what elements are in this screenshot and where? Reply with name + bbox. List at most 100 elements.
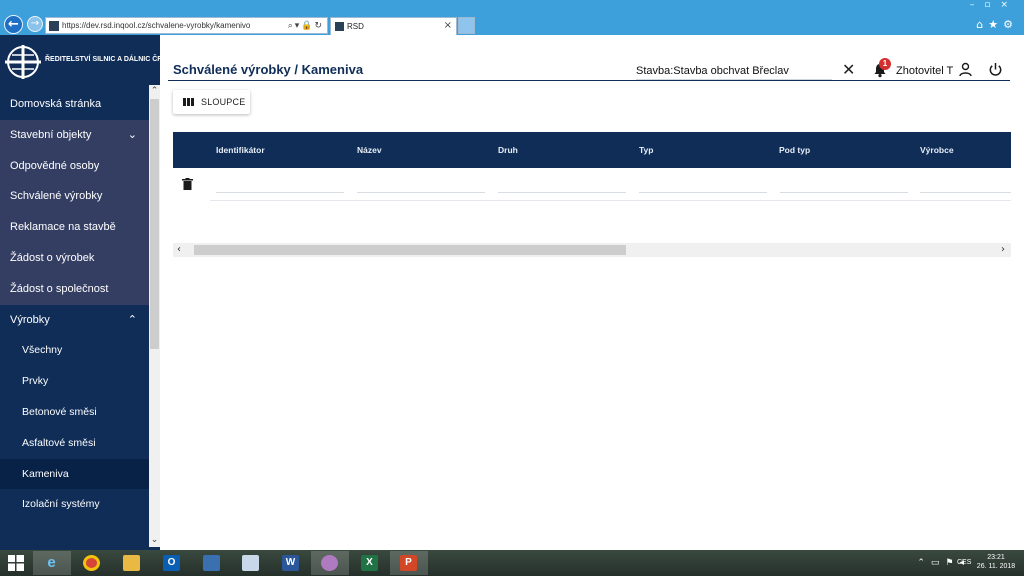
taskbar-app-notepad[interactable]	[232, 551, 270, 575]
address-bar[interactable]: https://dev.rsd.inqool.cz/schvalene-vyro…	[45, 17, 328, 34]
sidebar-item-kameniva[interactable]: Kameniva	[0, 458, 149, 490]
browser-tab[interactable]: RSD ×	[330, 17, 457, 35]
scroll-left-icon[interactable]: ‹	[177, 243, 181, 257]
taskbar-app-paint[interactable]	[311, 551, 349, 575]
outlook-icon: O	[163, 555, 180, 571]
sidebar-item-label: Všechny	[22, 344, 63, 357]
sidebar-item-label: Izolační systémy	[22, 498, 100, 511]
sidebar-item-asfaltove-smesi[interactable]: Asfaltové směsi	[0, 428, 149, 459]
logo[interactable]: ŘEDITELSTVÍ SILNIC A DÁLNIC ČR	[0, 35, 160, 85]
taskbar: e O W X P ⌃▭⚑◂ CES 23:21 26. 11. 2018	[0, 550, 1024, 576]
stavba-selector[interactable]: Stavba:Stavba obchvat Břeclav	[636, 64, 832, 80]
sidebar-item-label: Domovská stránka	[10, 98, 102, 110]
close-icon[interactable]: ✕	[842, 61, 855, 79]
browser-toolbar-icons[interactable]: ⌂★⚙	[976, 18, 1018, 32]
window-controls-icon[interactable]: –▫×	[970, 0, 1018, 11]
chevron-down-icon[interactable]: ⌄	[128, 120, 137, 151]
sidebar-item-domovska-stranka[interactable]: Domovská stránka	[0, 89, 149, 120]
notification-badge: 1	[879, 58, 891, 70]
column-header-nazev[interactable]: Název	[357, 132, 382, 168]
page-title: Schválené výrobky / Kameniva	[173, 62, 364, 77]
column-header-identifikator[interactable]: Identifikátor	[216, 132, 265, 168]
row-divider	[210, 200, 1011, 201]
clock-date: 26. 11. 2018	[976, 563, 1016, 570]
new-tab-button[interactable]	[458, 17, 475, 34]
taskbar-app-powerpoint[interactable]: P	[390, 551, 428, 575]
power-icon[interactable]	[988, 62, 1003, 77]
taskbar-app-word[interactable]: W	[272, 551, 310, 575]
sidebar-item-prvky[interactable]: Prvky	[0, 366, 149, 397]
chrome-icon	[83, 555, 100, 571]
filter-input-vyrobce[interactable]	[920, 192, 1011, 193]
sidebar-nav: Domovská stránka Stavební objekty ⌄ Odpo…	[0, 89, 149, 520]
sidebar-item-label: Odpovědné osoby	[10, 159, 100, 172]
sidebar-item-reklamace[interactable]: Reklamace na stavbě	[0, 212, 149, 243]
sidebar: ŘEDITELSTVÍ SILNIC A DÁLNIC ČR Domovská …	[0, 35, 160, 550]
trash-icon[interactable]	[182, 178, 193, 190]
scrollbar-thumb[interactable]	[194, 245, 626, 255]
columns-button[interactable]: SLOUPCE	[173, 90, 250, 114]
back-arrow-icon[interactable]: ←	[4, 15, 23, 34]
scroll-down-icon[interactable]: ⌄	[149, 534, 160, 547]
column-header-pod-typ[interactable]: Pod typ	[779, 132, 810, 168]
scroll-right-icon[interactable]: ›	[1001, 243, 1005, 257]
site-favicon-icon	[49, 21, 59, 31]
sidebar-item-vyrobky[interactable]: Výrobky ⌃	[0, 305, 149, 336]
windows-start-icon[interactable]	[8, 555, 24, 571]
sidebar-item-label: Schválené výrobky	[10, 190, 103, 203]
filter-input-pod-typ[interactable]	[780, 192, 908, 193]
word-icon: W	[282, 555, 299, 571]
column-header-vyrobce[interactable]: Výrobce	[920, 132, 954, 168]
column-header-druh[interactable]: Druh	[498, 132, 518, 168]
clock[interactable]: 23:21 26. 11. 2018	[976, 553, 1016, 571]
tab-title: RSD	[347, 22, 364, 31]
tab-close-icon[interactable]: ×	[444, 20, 452, 32]
user-name[interactable]: Zhotovitel T	[896, 64, 953, 78]
filter-input-druh[interactable]	[498, 192, 626, 193]
powerpoint-icon: P	[400, 555, 417, 571]
sidebar-item-izolacni-systemy[interactable]: Izolační systémy	[0, 489, 149, 520]
sidebar-item-betonove-smesi[interactable]: Betonové směsi	[0, 397, 149, 428]
filter-input-nazev[interactable]	[357, 192, 485, 193]
tab-favicon-icon	[335, 22, 344, 31]
sidebar-item-vsechny[interactable]: Všechny	[0, 335, 149, 366]
input-language[interactable]: CES	[957, 558, 971, 568]
taskbar-app-outlook[interactable]: O	[153, 551, 191, 575]
sidebar-item-label: Žádost o výrobek	[10, 251, 95, 264]
scrollbar-thumb[interactable]	[150, 99, 159, 349]
sidebar-item-label: Kameniva	[22, 467, 69, 480]
chevron-up-icon[interactable]: ⌃	[128, 305, 137, 336]
browser-chrome: ← → https://dev.rsd.inqool.cz/schvalene-…	[0, 0, 1024, 35]
sidebar-item-schvalene-vyrobky[interactable]: Schválené výrobky	[0, 181, 149, 213]
address-tools-icon[interactable]: ⌕▾🔒↻	[288, 19, 324, 33]
sidebar-item-stavebni-objekty[interactable]: Stavební objekty ⌄	[0, 119, 149, 151]
internet-explorer-icon: e	[47, 554, 56, 571]
sidebar-item-odpovedne-osoby[interactable]: Odpovědné osoby	[0, 150, 149, 182]
columns-button-label: SLOUPCE	[201, 97, 246, 107]
clock-time: 23:21	[987, 554, 1005, 561]
folder-icon	[123, 555, 140, 571]
table-horizontal-scrollbar[interactable]: ‹ ›	[173, 243, 1011, 257]
filter-input-typ[interactable]	[639, 192, 767, 193]
sidebar-scrollbar[interactable]: ⌃ ⌄	[149, 85, 160, 547]
user-icon[interactable]	[958, 62, 973, 77]
sidebar-item-label: Prvky	[22, 375, 49, 388]
taskbar-app-file-explorer[interactable]	[113, 551, 151, 575]
rsd-logo-icon	[5, 45, 41, 79]
notepad-icon	[242, 555, 259, 571]
taskbar-app-excel[interactable]: X	[351, 551, 389, 575]
url-text: https://dev.rsd.inqool.cz/schvalene-vyro…	[62, 21, 251, 30]
taskbar-app-chrome[interactable]	[73, 551, 111, 575]
taskbar-app-internet-explorer[interactable]: e	[33, 551, 71, 575]
sidebar-item-label: Výrobky	[10, 313, 50, 326]
column-header-typ[interactable]: Typ	[639, 132, 653, 168]
scroll-up-icon[interactable]: ⌃	[149, 85, 160, 98]
filter-input-identifikator[interactable]	[216, 192, 344, 193]
taskbar-app-network[interactable]	[193, 551, 231, 575]
sidebar-item-label: Asfaltové směsi	[22, 436, 96, 449]
paint-icon	[321, 555, 338, 571]
sidebar-item-zadost-o-spolecnost[interactable]: Žádost o společnost	[0, 273, 149, 305]
table-header: Identifikátor Název Druh Typ Pod typ Výr…	[173, 132, 1011, 168]
sidebar-item-zadost-o-vyrobek[interactable]: Žádost o výrobek	[0, 242, 149, 274]
forward-arrow-icon[interactable]: →	[27, 16, 43, 32]
